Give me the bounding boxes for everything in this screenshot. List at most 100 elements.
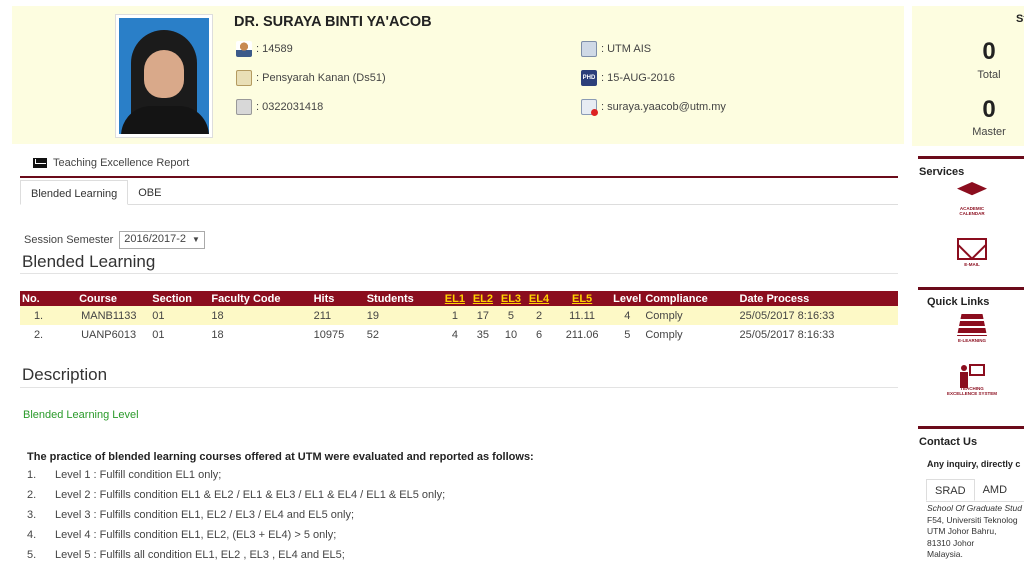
academic-calendar-label: ACADEMIC CALENDAR — [959, 206, 985, 216]
divider — [918, 287, 1024, 290]
phd-icon: PHD — [581, 70, 597, 86]
position: : Pensyarah Kanan (Ds51) — [256, 72, 386, 84]
address-line: UTM Johor Bahru, — [927, 526, 997, 536]
total-label: Total — [977, 69, 1001, 81]
list-item: 5. Level 5 : Fulfills all condition EL1, … — [27, 549, 445, 569]
divider — [20, 387, 898, 388]
inquiry-text: Any inquiry, directly c — [927, 459, 1021, 469]
list-item: 3. Level 3 : Fulfills condition EL1, EL2 … — [27, 509, 445, 529]
cell-hits: 211 — [311, 306, 365, 325]
cell-faculty-code: 18 — [211, 328, 224, 341]
faculty-row: : UTM AIS — [581, 41, 651, 57]
contact-address: School Of Graduate Stud F54, Universiti … — [927, 503, 1022, 561]
list-item: 4. Level 4 : Fulfills condition EL1, EL2,… — [27, 529, 445, 549]
list-item-text: Level 1 : Fulfill condition EL1 only; — [55, 469, 222, 481]
cell-hits: 10975 — [313, 328, 345, 341]
header-el3-link[interactable]: EL3 — [496, 291, 525, 306]
total-count: 0 — [982, 38, 996, 65]
section-title: Blended Learning — [22, 252, 156, 271]
cell-el1: 4 — [451, 328, 458, 341]
list-item: 1. Level 1 : Fulfill condition EL1 only; — [27, 469, 445, 489]
envelope-icon — [957, 238, 987, 260]
teaching-excellence-system-link[interactable]: TEACHING EXCELLENCE SYSTEM — [947, 362, 997, 396]
header-section: Section — [150, 291, 210, 306]
cell-compliance: Comply — [643, 306, 738, 325]
quick-links-title: Quick Links — [927, 296, 990, 308]
email-link[interactable]: E-MAIL — [947, 238, 997, 267]
header-course: Course — [57, 291, 151, 306]
header-el4-link[interactable]: EL4 — [525, 291, 554, 306]
cell-section: 01 — [152, 328, 165, 341]
teaching-excellence-report-link[interactable]: Teaching Excellence Report — [33, 157, 189, 169]
description-title: Description — [22, 365, 108, 384]
description-intro: The practice of blended learning courses… — [27, 451, 534, 463]
address-line: F54, Universiti Teknolog — [927, 514, 1018, 525]
tab-amd[interactable]: AMD — [975, 479, 1015, 501]
level-list: 1. Level 1 : Fulfill condition EL1 only; … — [27, 469, 445, 569]
cell-no: 2. — [33, 328, 44, 341]
phd-date: : 15-AUG-2016 — [601, 72, 675, 84]
cell-course: UANP6013 — [81, 328, 137, 341]
address-line: Malaysia. — [927, 549, 963, 559]
faculty: : UTM AIS — [601, 43, 652, 55]
header-el5-link[interactable]: EL5 — [553, 291, 612, 306]
profile-photo — [115, 14, 213, 138]
mail-icon — [581, 99, 598, 116]
address-line: 81310 Johor — [927, 537, 975, 548]
session-label: Session Semester — [24, 234, 114, 246]
header-el1-link[interactable]: EL1 — [440, 291, 469, 306]
header-date-process: Date Process — [737, 291, 898, 306]
cell-el5: 211.06 — [565, 328, 599, 341]
staff-no: : 14589 — [256, 43, 293, 55]
e-learning-link[interactable]: E-LEARNING — [947, 314, 997, 343]
cell-students: 19 — [364, 306, 441, 325]
header-level: Level — [611, 291, 644, 306]
tab-obe[interactable]: OBE — [128, 180, 171, 205]
list-item-text: Level 2 : Fulfills condition EL1 & EL2 /… — [55, 489, 446, 501]
divider — [20, 273, 898, 274]
contact-tab-bar: SRAD AMD — [926, 479, 1024, 502]
profile-header: DR. SURAYA BINTI YA'ACOB : 14589 : Pensy… — [12, 6, 904, 144]
list-item-text: Level 5 : Fulfills all condition EL1, EL… — [55, 549, 345, 561]
master-count: 0 — [982, 96, 996, 123]
cell-course: MANB1133 — [57, 306, 151, 325]
stats-panel: St 0 Total 0 Master — [912, 6, 1024, 146]
report-link-label: Teaching Excellence Report — [53, 157, 190, 169]
staff-no-row: : 14589 — [236, 41, 293, 57]
session-select[interactable]: 2016/2017-2 ▼ — [119, 231, 205, 249]
list-item-text: Level 4 : Fulfills condition EL1, EL2, (… — [55, 529, 337, 541]
header-no: No. — [20, 291, 58, 306]
list-item-number: 1. — [27, 469, 37, 481]
description-subtitle: Blended Learning Level — [23, 409, 139, 421]
list-item: 2. Level 2 : Fulfills condition EL1 & EL2… — [27, 489, 445, 509]
phone-icon — [236, 99, 252, 115]
books-icon — [957, 314, 987, 336]
header-hits: Hits — [311, 291, 365, 306]
tab-srad[interactable]: SRAD — [926, 479, 975, 501]
address-line: School Of Graduate Stud — [927, 503, 1022, 513]
cell-compliance: Comply — [645, 328, 683, 341]
cell-el3: 5 — [496, 306, 525, 325]
tab-blended-learning[interactable]: Blended Learning — [20, 180, 129, 205]
list-item-number: 5. — [27, 549, 37, 561]
list-item-number: 3. — [27, 509, 37, 521]
cell-faculty-code: 18 — [209, 306, 312, 325]
list-item-number: 2. — [27, 489, 37, 501]
stats-heading: St — [1016, 13, 1024, 25]
tab-bar: Blended Learning OBE — [20, 180, 898, 205]
master-label: Master — [972, 126, 1006, 138]
cell-level: 4 — [611, 306, 644, 325]
blended-learning-table: No. Course Section Faculty Code Hits Stu… — [20, 291, 898, 344]
cell-el2: 17 — [468, 306, 497, 325]
header-el2-link[interactable]: EL2 — [468, 291, 497, 306]
cell-el3: 10 — [504, 328, 518, 341]
phone-row: : 0322031418 — [236, 99, 323, 115]
e-learning-label: E-LEARNING — [958, 338, 986, 343]
header-students: Students — [364, 291, 441, 306]
cell-students: 52 — [366, 328, 379, 341]
user-icon — [236, 41, 252, 57]
academic-calendar-link[interactable]: ACADEMIC CALENDAR — [947, 182, 997, 216]
header-compliance: Compliance — [643, 291, 738, 306]
position-row: : Pensyarah Kanan (Ds51) — [236, 70, 386, 86]
email-row: : suraya.yaacob@utm.my — [581, 99, 726, 116]
